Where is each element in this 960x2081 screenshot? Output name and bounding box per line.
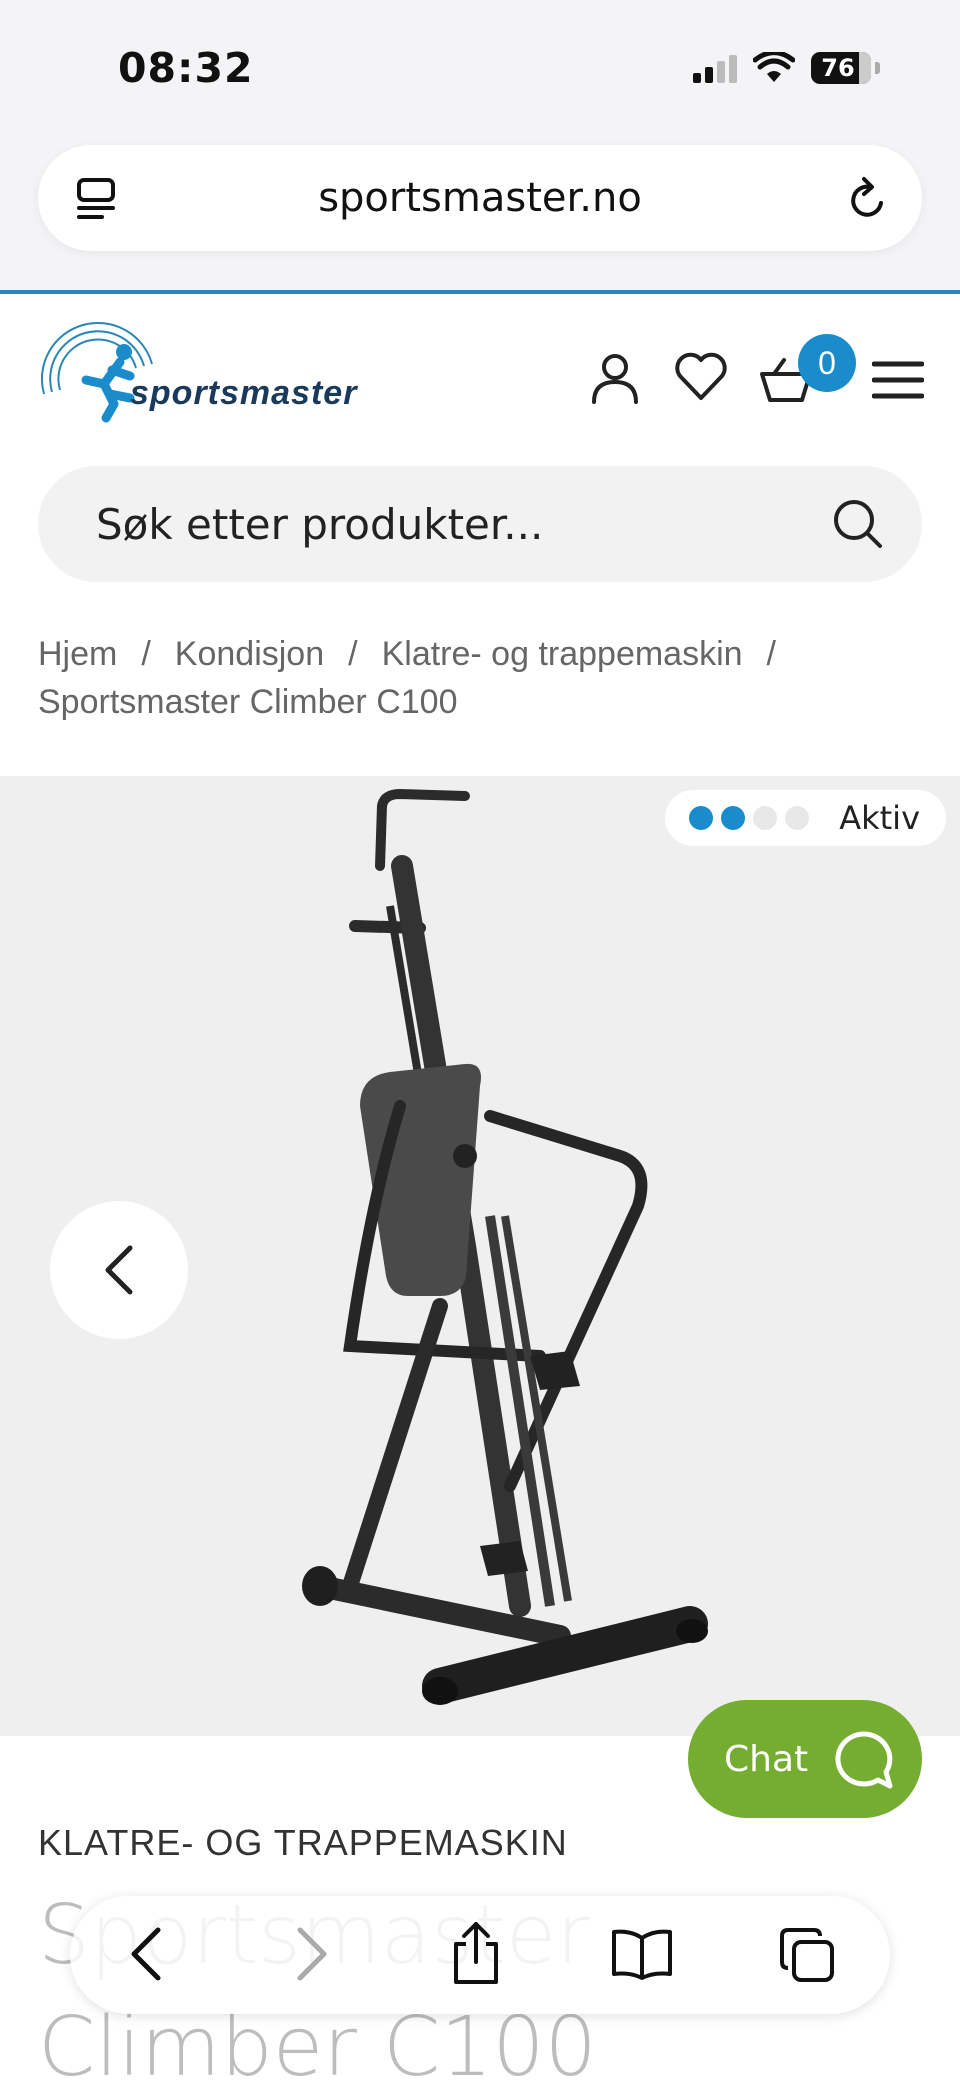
search-input[interactable] [96, 500, 796, 549]
product-image [302, 788, 708, 1705]
chat-button[interactable]: Chat [688, 1700, 922, 1818]
breadcrumb-kondisjon[interactable]: Kondisjon [175, 635, 324, 673]
battery-icon: 76 [811, 52, 871, 84]
chat-label: Chat [724, 1738, 809, 1780]
hamburger-menu-icon[interactable] [872, 360, 924, 400]
forward-icon[interactable] [292, 1924, 332, 1984]
breadcrumb-separator: / [141, 635, 151, 673]
product-gallery[interactable]: Aktiv [0, 776, 960, 1736]
wifi-icon [753, 52, 795, 82]
gallery-prev-button[interactable] [50, 1201, 188, 1339]
activity-label: Aktiv [839, 799, 920, 837]
battery-level: 76 [821, 54, 855, 82]
activity-dot-empty [785, 806, 810, 830]
cart-count-badge[interactable]: 0 [798, 334, 856, 392]
account-icon[interactable] [590, 352, 640, 406]
chevron-left-icon [105, 1245, 133, 1295]
status-icons: 76 [693, 52, 880, 84]
breadcrumb-category[interactable]: Klatre- og trappemaskin [382, 635, 743, 673]
browser-toolbar [70, 1896, 890, 2014]
heart-icon[interactable] [674, 352, 728, 402]
status-time: 08:32 [118, 44, 254, 92]
product-category[interactable]: KLATRE- OG TRAPPEMASKIN [38, 1822, 568, 1864]
logo-text: sportsmaster [130, 374, 358, 412]
breadcrumb-current: Sportsmaster Climber C100 [38, 683, 458, 721]
back-icon[interactable] [126, 1924, 166, 1984]
cellular-signal-icon [693, 53, 737, 83]
breadcrumb: Hjem / Kondisjon / Klatre- og trappemaskin / S… [38, 630, 918, 726]
tabs-icon[interactable] [778, 1926, 836, 1984]
site-header: sportsmaster 0 [0, 294, 960, 454]
reload-icon[interactable] [848, 175, 888, 221]
address-bar[interactable]: sportsmaster.no [38, 145, 922, 251]
share-icon[interactable] [450, 1920, 502, 1986]
chat-bubble-icon [835, 1731, 893, 1789]
breadcrumb-separator: / [766, 635, 776, 673]
status-bar: 08:32 76 [0, 0, 960, 130]
breadcrumb-separator: / [348, 635, 358, 673]
bookmarks-icon[interactable] [610, 1928, 674, 1980]
search-bar[interactable] [38, 466, 922, 582]
activity-dot-empty [753, 806, 778, 830]
browser-address-area: sportsmaster.no [0, 130, 960, 290]
url-text[interactable]: sportsmaster.no [38, 175, 922, 221]
search-icon[interactable] [832, 498, 884, 550]
breadcrumb-home[interactable]: Hjem [38, 635, 117, 673]
battery-cap [875, 62, 880, 74]
